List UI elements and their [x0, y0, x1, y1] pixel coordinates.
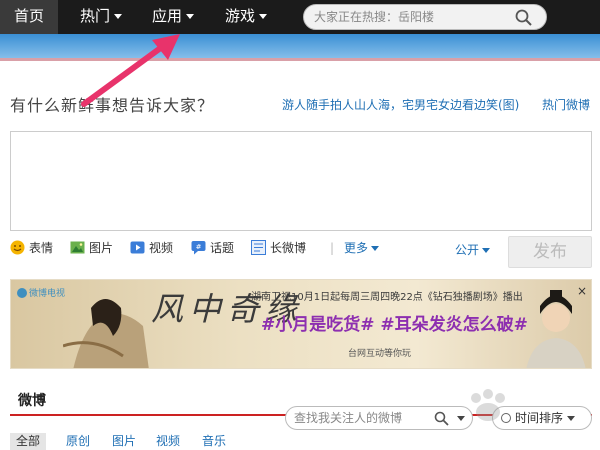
publish-button[interactable]: 发布: [508, 236, 592, 268]
nav-game-label: 游戏: [225, 7, 256, 25]
long-weibo-tool[interactable]: 长微博: [251, 239, 306, 259]
tab-original[interactable]: 原创: [66, 433, 90, 450]
image-label: 图片: [89, 241, 114, 255]
smiley-icon: [10, 240, 25, 255]
chevron-down-icon: [482, 248, 491, 253]
image-tool[interactable]: 图片: [70, 239, 113, 259]
chevron-down-icon: [114, 14, 123, 19]
banner-close-button[interactable]: ×: [577, 284, 587, 298]
visibility-label: 公开: [455, 243, 480, 257]
banner-logo-text: 微博电视: [29, 289, 66, 299]
feed-title: 微博: [18, 393, 46, 409]
post-textarea[interactable]: [10, 131, 592, 231]
trending-topic-link[interactable]: 游人随手拍人山人海，宅男宅女边看边笑(图): [282, 96, 519, 113]
annotation-arrow-icon: [81, 34, 180, 107]
hot-weibo-link[interactable]: 热门微博: [542, 96, 590, 113]
tab-all[interactable]: 全部: [10, 433, 47, 450]
top-search: [303, 4, 547, 30]
svg-text:#: #: [196, 243, 202, 251]
image-icon: [70, 241, 85, 254]
video-tool[interactable]: 视频: [130, 239, 173, 259]
visibility-selector[interactable]: 公开: [455, 241, 491, 258]
emoji-tool[interactable]: 表情: [10, 239, 53, 259]
feed-search: [285, 406, 473, 430]
banner-notice: 湖南卫视10月1日起每周三周四晚22点《钻石独播剧场》播出: [251, 292, 523, 303]
tab-videos[interactable]: 视频: [156, 433, 180, 450]
tv-logo-icon: [17, 288, 27, 298]
chevron-down-icon: [259, 14, 268, 19]
chevron-down-icon: [567, 416, 576, 421]
more-tools-button[interactable]: 更多: [334, 239, 380, 259]
topic-label: 话题: [210, 241, 235, 255]
nav-game[interactable]: 游戏: [225, 0, 268, 34]
promo-banner[interactable]: 微博电视 风中奇缘 湖南卫视10月1日起每周三周四晚22点《钻石独播剧场》播出 …: [10, 279, 592, 369]
search-icon[interactable]: [434, 411, 449, 426]
actress-figure-image: [63, 299, 149, 368]
tab-music[interactable]: 音乐: [202, 433, 226, 450]
banner-hashtags: #小月是吃货# #耳朵发炎怎么破#: [261, 315, 528, 335]
video-icon: [130, 241, 145, 254]
banner-logo: 微博电视: [17, 286, 65, 299]
watermark-logo-icon: [471, 389, 505, 421]
tab-images[interactable]: 图片: [112, 433, 136, 450]
feed-search-input[interactable]: [294, 410, 434, 426]
banner-footer: 台网互动等你玩: [348, 349, 412, 359]
search-icon[interactable]: [515, 9, 532, 26]
long-post-icon: [251, 240, 266, 255]
more-label: 更多: [344, 241, 369, 255]
chevron-down-icon: [186, 14, 195, 19]
emoji-label: 表情: [29, 241, 54, 255]
video-label: 视频: [149, 241, 174, 255]
nav-home[interactable]: 首页: [0, 0, 58, 34]
topic-bubble-icon: #: [191, 241, 206, 255]
top-search-input[interactable]: [314, 8, 509, 26]
chevron-down-icon: [371, 246, 380, 251]
topic-tool[interactable]: # 话题: [191, 239, 234, 259]
long-weibo-label: 长微博: [270, 241, 307, 255]
